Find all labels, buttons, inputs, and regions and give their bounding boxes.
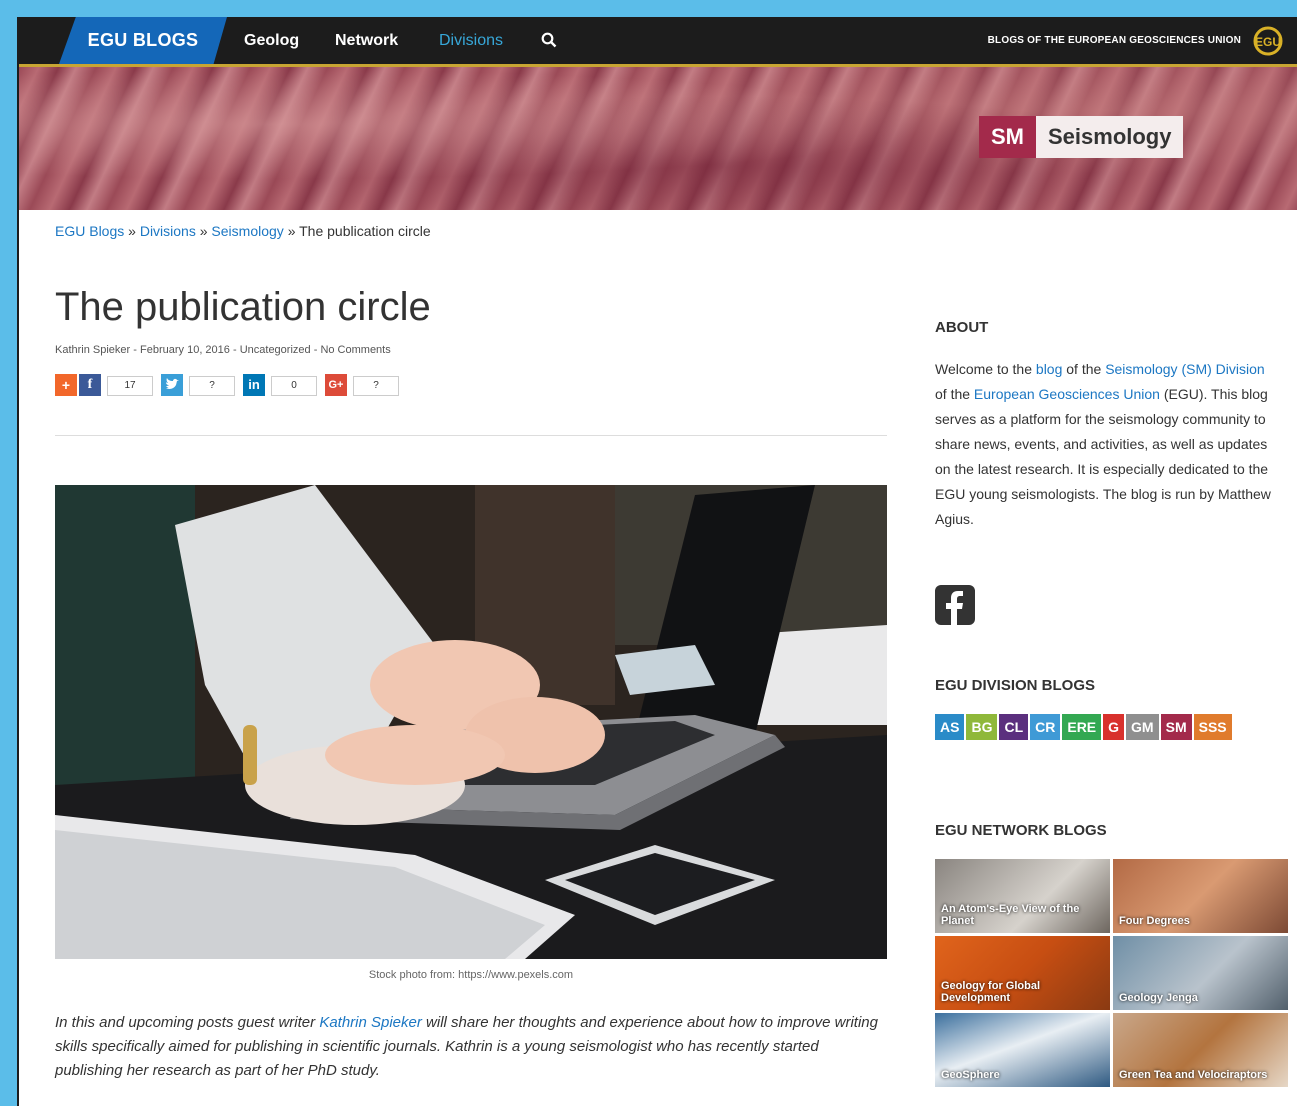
network-tile-four-degrees[interactable]: Four Degrees xyxy=(1113,859,1288,933)
article-date: February 10, 2016 xyxy=(140,344,230,356)
linkedin-share-count: 0 xyxy=(271,376,317,396)
nav-item-divisions[interactable]: Divisions xyxy=(439,17,503,64)
about-text-part: Welcome to the xyxy=(935,361,1036,377)
article-category[interactable]: Uncategorized xyxy=(240,344,311,356)
facebook-share-count: 17 xyxy=(107,376,153,396)
divider xyxy=(55,435,887,436)
network-blogs-heading: EGU NETWORK BLOGS xyxy=(935,822,1107,839)
nav-item-network[interactable]: Network xyxy=(335,17,398,64)
about-egu-link[interactable]: European Geosciences Union xyxy=(974,386,1160,402)
about-text-part: of the xyxy=(1062,361,1106,377)
article-author[interactable]: Kathrin Spieker xyxy=(55,344,130,356)
search-icon[interactable] xyxy=(541,32,557,48)
division-blogs-heading: EGU DIVISION BLOGS xyxy=(935,677,1096,694)
network-tile-label: Geology for Global Development xyxy=(941,980,1041,1004)
division-tag-cr[interactable]: CR xyxy=(1030,714,1061,740)
breadcrumb-divisions[interactable]: Divisions xyxy=(140,223,196,239)
about-heading: ABOUT xyxy=(935,319,989,336)
network-tile-label: An Atom's-Eye View of the Planet xyxy=(941,903,1080,927)
nav-item-geolog[interactable]: Geolog xyxy=(244,17,299,64)
network-tile-green-tea-velociraptors[interactable]: Green Tea and Velociraptors xyxy=(1113,1013,1288,1087)
image-caption: Stock photo from: https://www.pexels.com xyxy=(368,969,574,981)
about-text-part: of the xyxy=(935,386,974,402)
egu-logo-icon[interactable]: EGU xyxy=(1253,26,1283,56)
facebook-icon[interactable] xyxy=(935,585,975,625)
breadcrumb-current: The publication circle xyxy=(299,223,431,239)
intro-text: In this and upcoming posts guest writer xyxy=(55,1014,320,1031)
twitter-share-icon[interactable] xyxy=(161,374,183,396)
network-tile-label: Green Tea and Velociraptors xyxy=(1119,1069,1268,1081)
linkedin-share-icon[interactable]: in xyxy=(243,374,265,396)
meta-separator: - xyxy=(313,344,318,356)
division-badge[interactable]: SM Seismology xyxy=(979,116,1184,158)
egu-logo-text: EGU xyxy=(1255,35,1281,49)
share-plus-icon[interactable]: + xyxy=(55,374,77,396)
twitter-share-count: ? xyxy=(189,376,235,396)
breadcrumb-separator: » xyxy=(287,223,296,239)
division-abbr: SM xyxy=(979,116,1036,158)
division-tag-sm[interactable]: SM xyxy=(1160,714,1192,740)
meta-separator: - xyxy=(133,344,137,356)
network-tile-label: Geology Jenga xyxy=(1119,992,1198,1004)
network-tile-geology-jenga[interactable]: Geology Jenga xyxy=(1113,936,1288,1010)
breadcrumb: EGU Blogs » Divisions » Seismology » The… xyxy=(55,223,431,239)
division-tag-gm[interactable]: GM xyxy=(1126,714,1159,740)
article-meta: Kathrin Spieker - February 10, 2016 - Un… xyxy=(55,344,391,356)
facebook-share-icon[interactable]: f xyxy=(79,374,101,396)
article-hero-image xyxy=(55,485,887,959)
article-title: The publication circle xyxy=(55,285,431,329)
network-tile-label: Four Degrees xyxy=(1119,915,1190,927)
network-tile-geology-global-dev[interactable]: Geology for Global Development xyxy=(935,936,1110,1010)
laptop-photo-illustration xyxy=(55,485,887,959)
division-blog-list: AS BG CL CR ERE G GM SM SSS xyxy=(935,714,1255,744)
network-tile-geosphere[interactable]: GeoSphere xyxy=(935,1013,1110,1087)
division-banner: SM Seismology xyxy=(19,67,1297,210)
division-tag-ere[interactable]: ERE xyxy=(1062,714,1102,740)
breadcrumb-separator: » xyxy=(199,223,208,239)
about-text-part: (EGU). This blog serves as a platform fo… xyxy=(935,386,1271,527)
brand-logo-link[interactable]: EGU BLOGS xyxy=(59,17,227,64)
division-tag-as[interactable]: AS xyxy=(935,714,965,740)
network-tile-atoms-eye[interactable]: An Atom's-Eye View of the Planet xyxy=(935,859,1110,933)
about-text: Welcome to the blog of the Seismology (S… xyxy=(935,357,1275,532)
breadcrumb-seismology[interactable]: Seismology xyxy=(211,223,283,239)
breadcrumb-separator: » xyxy=(128,223,136,239)
division-tag-cl[interactable]: CL xyxy=(999,714,1029,740)
about-blog-link[interactable]: blog xyxy=(1036,361,1062,377)
article-intro: In this and upcoming posts guest writer … xyxy=(55,1011,887,1083)
about-division-link[interactable]: Seismology (SM) Division xyxy=(1105,361,1264,377)
network-tile-label: GeoSphere xyxy=(941,1069,1000,1081)
browser-page: EGU BLOGS Geolog Network Divisions BLOGS… xyxy=(17,17,1297,1106)
googleplus-share-icon[interactable]: G+ xyxy=(325,374,347,396)
article-comments[interactable]: No Comments xyxy=(320,344,390,356)
division-tag-g[interactable]: G xyxy=(1103,714,1125,740)
site-tagline: BLOGS OF THE EUROPEAN GEOSCIENCES UNION xyxy=(987,35,1241,46)
division-tag-bg[interactable]: BG xyxy=(966,714,998,740)
division-name: Seismology xyxy=(1036,116,1184,158)
top-nav: EGU BLOGS Geolog Network Divisions BLOGS… xyxy=(19,17,1297,67)
share-bar: + f 17 ? in 0 G+ ? xyxy=(55,374,475,398)
twitter-bird-icon xyxy=(166,378,179,389)
author-link[interactable]: Kathrin Spieker xyxy=(319,1014,422,1031)
breadcrumb-egu-blogs[interactable]: EGU Blogs xyxy=(55,223,124,239)
division-tag-sss[interactable]: SSS xyxy=(1193,714,1232,740)
meta-separator: - xyxy=(232,344,237,356)
googleplus-share-count: ? xyxy=(353,376,399,396)
